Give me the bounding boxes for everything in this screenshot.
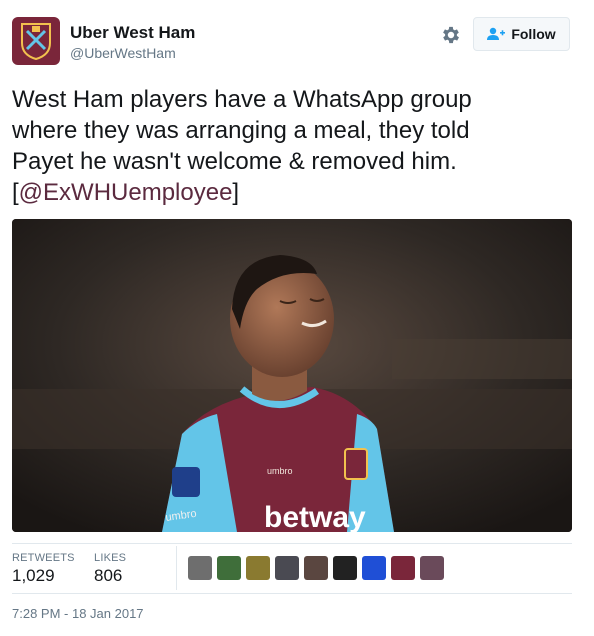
liker-avatar[interactable] — [217, 556, 241, 580]
likes-count[interactable]: 806 — [94, 566, 122, 586]
tweet-line: West Ham players have a WhatsApp group — [12, 86, 472, 113]
profile-avatar[interactable] — [12, 17, 60, 65]
player-photo: betway umbro umbro — [12, 219, 572, 532]
mention-link[interactable]: @ExWHUemployee — [19, 179, 233, 206]
add-user-icon — [487, 27, 506, 40]
stats-separator — [176, 546, 177, 590]
bracket: ] — [232, 179, 240, 206]
west-ham-crest-icon — [21, 23, 51, 61]
gear-icon[interactable] — [440, 24, 462, 46]
tweet-line: [@ExWHUemployee] — [12, 177, 572, 208]
liker-avatar[interactable] — [304, 556, 328, 580]
likes-label: LIKES — [94, 552, 127, 564]
tweet-text: West Ham players have a WhatsApp group w… — [12, 84, 572, 208]
liker-avatar[interactable] — [420, 556, 444, 580]
retweets-label: RETWEETS — [12, 552, 75, 564]
liker-avatar[interactable] — [362, 556, 386, 580]
tweet-line: Payet he wasn't welcome & removed him. — [12, 148, 457, 175]
display-name[interactable]: Uber West Ham — [70, 23, 195, 43]
liker-avatars — [188, 556, 444, 580]
shirt-sponsor-text: betway — [264, 501, 366, 532]
user-handle[interactable]: @UberWestHam — [70, 45, 176, 61]
retweets-count[interactable]: 1,029 — [12, 566, 55, 586]
bracket: [ — [12, 179, 19, 206]
liker-avatar[interactable] — [333, 556, 357, 580]
umbro-logo-text: umbro — [267, 466, 293, 476]
stats-top-divider — [12, 543, 572, 544]
stats-bottom-divider — [12, 593, 572, 594]
liker-avatar[interactable] — [275, 556, 299, 580]
follow-label: Follow — [511, 26, 556, 42]
tweet-photo[interactable]: betway umbro umbro — [12, 219, 572, 532]
follow-button[interactable]: Follow — [473, 17, 570, 51]
liker-avatar[interactable] — [188, 556, 212, 580]
tweet-line: where they was arranging a meal, they to… — [12, 117, 470, 144]
liker-avatar[interactable] — [246, 556, 270, 580]
tweet-timestamp[interactable]: 7:28 PM - 18 Jan 2017 — [12, 606, 144, 621]
liker-avatar[interactable] — [391, 556, 415, 580]
